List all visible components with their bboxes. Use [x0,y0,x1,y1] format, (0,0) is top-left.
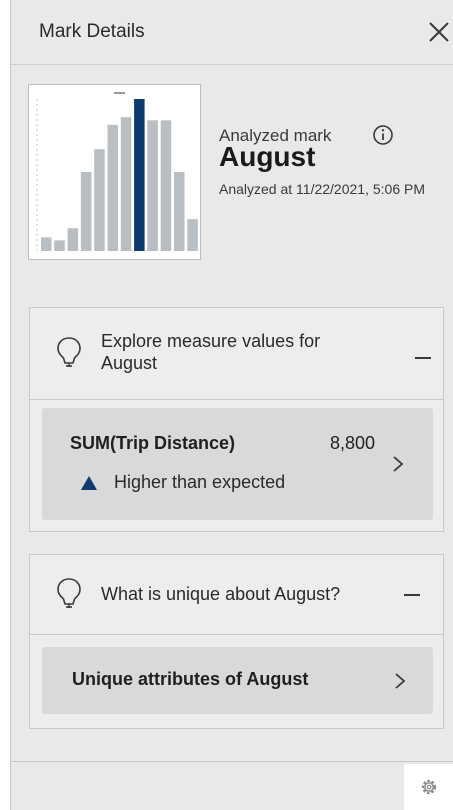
panel-header: Mark Details [11,0,453,64]
thumbnail-bar [94,149,105,251]
thumbnail-bar [174,172,185,251]
mark-details-panel: Mark Details Analyzed mark August Analyz… [10,0,453,810]
unique-title: What is unique about August? [101,584,341,604]
thumbnail-bar [187,219,198,251]
thumbnail-bar-highlighted [134,99,145,251]
gear-icon [421,779,437,795]
close-icon[interactable] [425,18,451,44]
unique-attributes-label: Unique attributes of August [72,669,309,689]
collapse-icon[interactable] [404,594,420,596]
chevron-right-icon [392,454,404,474]
mark-thumbnail-chart [28,84,201,260]
thumbnail-bar [160,120,172,251]
unique-attributes-button[interactable]: Unique attributes of August [42,647,433,714]
explore-measures-header[interactable]: Explore measure values for August [30,308,443,400]
measure-value: 8,800 [330,433,376,453]
settings-button[interactable] [404,764,453,810]
measure-name: SUM(Trip Distance) [70,433,236,453]
thumbnail-bar [147,120,158,251]
trend-text: Higher than expected [114,472,286,492]
mark-name: August [219,141,316,172]
collapse-icon[interactable] [415,357,431,359]
chevron-right-icon [394,671,406,691]
panel-title: Mark Details [39,21,145,42]
thumbnail-bar [120,117,132,251]
measure-row-button[interactable]: SUM(Trip Distance) 8,800 Higher than exp… [42,408,433,520]
explore-measures-section: Explore measure values for August SUM(Tr… [29,307,444,532]
lightbulb-icon [56,336,82,370]
unique-section: What is unique about August? Unique attr… [29,554,444,729]
thumbnail-bar [107,124,118,251]
explore-measures-title: Explore measure values for August [101,331,321,373]
footer-divider [11,761,453,762]
thumbnail-bar [41,237,52,251]
analyzed-timestamp: Analyzed at 11/22/2021, 5:06 PM [219,181,425,197]
info-icon[interactable] [372,124,394,146]
header-divider [11,64,453,65]
thumbnail-bar [54,240,65,251]
lightbulb-icon [56,577,82,611]
thumbnail-bar [80,172,92,251]
thumbnail-bar [67,228,79,251]
unique-header[interactable]: What is unique about August? [30,555,443,635]
higher-triangle-icon [80,475,98,491]
